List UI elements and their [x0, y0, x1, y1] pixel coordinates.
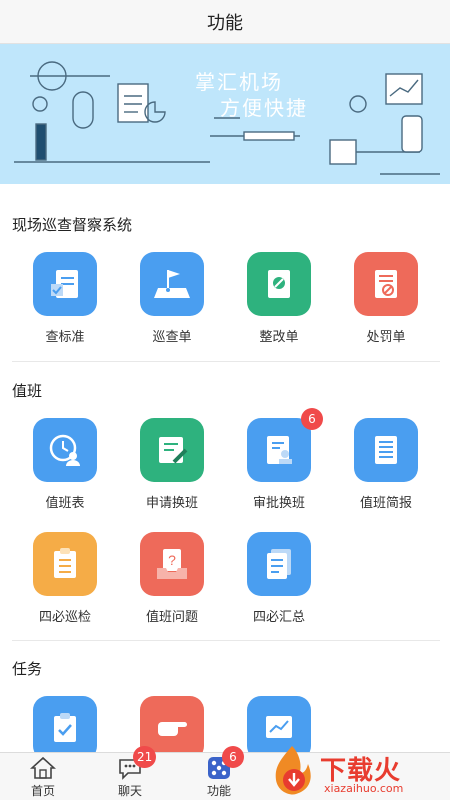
top-bar: 功能 — [0, 0, 450, 44]
tab-label: 首页 — [30, 784, 55, 798]
checklist-board-icon — [33, 532, 97, 596]
penalty-scroll-icon — [354, 252, 418, 316]
tab-label: 功能 — [206, 784, 231, 798]
stamp-document-icon: 6 — [247, 408, 323, 482]
banner-headline: 掌汇机场 — [195, 70, 283, 94]
wrench-document-icon — [247, 252, 311, 316]
chat-badge: 21 — [133, 746, 157, 768]
clipboard-check-icon — [33, 252, 97, 316]
tile-four-must-inspection[interactable]: 四必巡检 — [25, 532, 105, 632]
map-flag-icon — [140, 252, 204, 316]
tile-apply-shift-change[interactable]: 申请换班 — [132, 418, 212, 518]
tile-rectification-sheet[interactable]: 整改单 — [239, 252, 319, 352]
banner-container: 掌汇机场 方便快捷 — [0, 44, 450, 196]
tile-label: 整改单 — [259, 330, 299, 345]
functions-badge: 6 — [222, 746, 244, 768]
tile-label: 巡查单 — [152, 330, 192, 345]
tile-duty-issues[interactable]: ? 值班问题 — [132, 532, 212, 632]
home-icon — [29, 756, 57, 780]
function-list: 现场巡查督察系统 查标准 巡查单 整改单 处罚单 值班 值班表 申请换班 6 审… — [0, 196, 450, 752]
question-inbox-icon: ? — [140, 532, 204, 596]
page-title: 功能 — [207, 12, 243, 34]
clock-person-icon — [33, 418, 97, 482]
chat-icon: 21 — [117, 746, 157, 780]
tile-penalty-sheet[interactable]: 处罚单 — [346, 252, 426, 352]
tile-duty-schedule[interactable]: 值班表 — [25, 418, 105, 518]
tile-duty-brief[interactable]: 值班简报 — [346, 418, 426, 518]
tab-functions[interactable]: 6 功能 — [184, 746, 254, 800]
banner-subline: 方便快捷 — [220, 96, 308, 120]
task-clipboard-icon — [33, 696, 97, 752]
watermark-domain: xiazaihuo.com — [324, 782, 404, 795]
section-title-duty: 值班 — [12, 382, 43, 400]
watermark: 下载火 xiazaihuo.com — [266, 742, 450, 800]
tile-four-must-summary[interactable]: 四必汇总 — [239, 532, 319, 632]
edit-document-icon — [140, 418, 204, 482]
tile-label: 值班问题 — [145, 610, 198, 625]
section-title-inspection: 现场巡查督察系统 — [12, 216, 133, 234]
pointing-hand-icon — [140, 696, 204, 752]
report-document-icon — [354, 418, 418, 482]
tab-chat[interactable]: 21 聊天 — [95, 746, 165, 800]
tile-label: 审批换班 — [252, 496, 305, 511]
notification-badge: 6 — [301, 408, 323, 430]
tile-label: 值班简报 — [359, 496, 412, 511]
tile-label: 四必巡检 — [38, 610, 91, 625]
flame-logo-icon — [275, 746, 311, 795]
section-title-tasks: 任务 — [12, 660, 43, 678]
tile-label: 查标准 — [45, 330, 85, 345]
tile-label: 处罚单 — [366, 330, 406, 345]
svg-text:?: ? — [168, 552, 176, 568]
tile-label: 值班表 — [45, 496, 85, 511]
tile-approve-shift-change[interactable]: 6 审批换班 — [239, 408, 323, 518]
section-divider — [12, 640, 440, 641]
tile-patrol-sheet[interactable]: 巡查单 — [132, 252, 212, 352]
grid-apps-icon: 6 — [206, 746, 244, 780]
banner[interactable]: 掌汇机场 方便快捷 — [0, 44, 450, 184]
summary-documents-icon — [247, 532, 311, 596]
tab-label: 聊天 — [117, 784, 142, 798]
tile-label: 申请换班 — [145, 496, 198, 511]
section-divider — [12, 361, 440, 362]
tile-task-2[interactable] — [132, 696, 212, 752]
tile-check-standard[interactable]: 查标准 — [25, 252, 105, 352]
tile-label: 四必汇总 — [252, 610, 305, 625]
tab-home[interactable]: 首页 — [8, 753, 78, 800]
tile-task-1[interactable] — [25, 696, 105, 752]
